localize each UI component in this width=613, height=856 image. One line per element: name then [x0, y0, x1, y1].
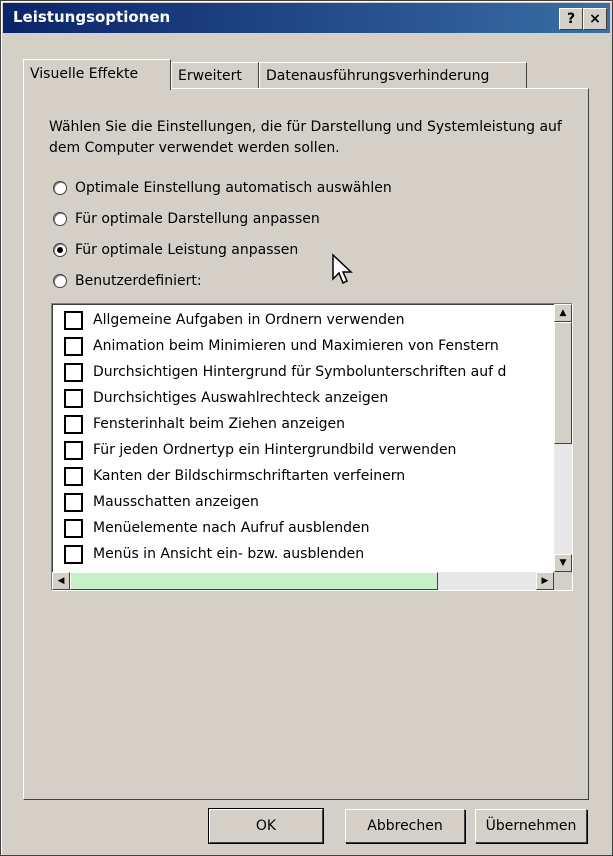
- list-item[interactable]: Fensterinhalt beim Ziehen anzeigen: [64, 412, 536, 436]
- list-item[interactable]: Menüs in Ansicht ein- bzw. ausblenden: [64, 542, 536, 566]
- list-item[interactable]: Durchsichtiges Auswahlrechteck anzeigen: [64, 386, 536, 410]
- tab-advanced[interactable]: Erweitert: [171, 62, 259, 89]
- scroll-left-arrow-icon[interactable]: ◀: [52, 572, 70, 590]
- vertical-scrollbar[interactable]: ▲ ▼: [554, 304, 572, 572]
- list-item-label: Für jeden Ordnertyp ein Hintergrundbild …: [93, 442, 457, 458]
- checkbox[interactable]: [64, 440, 83, 460]
- checkbox[interactable]: [64, 518, 83, 538]
- horizontal-scroll-thumb[interactable]: [70, 572, 438, 590]
- title-bar[interactable]: Leistungsoptionen ? ×: [3, 3, 610, 33]
- radio-label: Für optimale Darstellung anpassen: [75, 211, 320, 227]
- list-item-label: Menüelemente nach Aufruf ausblenden: [93, 520, 370, 536]
- checkbox[interactable]: [64, 414, 83, 434]
- visual-effects-list[interactable]: Allgemeine Aufgaben in Ordnern verwenden…: [51, 303, 573, 591]
- scrollbar-corner: [554, 572, 572, 590]
- scroll-right-arrow-icon[interactable]: ▶: [536, 572, 554, 590]
- radio-custom[interactable]: Benutzerdefiniert:: [53, 270, 202, 292]
- list-item-label: Fensterinhalt beim Ziehen anzeigen: [93, 416, 346, 432]
- radio-button-icon[interactable]: [53, 274, 67, 288]
- apply-button[interactable]: Übernehmen: [475, 809, 587, 843]
- tab-data-execution-prevention[interactable]: Datenausführungsverhinderung: [259, 62, 527, 89]
- checkbox[interactable]: [64, 388, 83, 408]
- window-title: Leistungsoptionen: [13, 8, 171, 26]
- radio-best-performance[interactable]: Für optimale Leistung anpassen: [53, 239, 298, 261]
- help-button[interactable]: ?: [559, 8, 583, 30]
- performance-options-dialog: Leistungsoptionen ? × Visuelle Effekte E…: [0, 0, 613, 856]
- checkbox[interactable]: [64, 362, 83, 382]
- list-item[interactable]: Animation beim Minimieren und Maximieren…: [64, 334, 536, 358]
- radio-button-icon[interactable]: [53, 212, 67, 226]
- list-item[interactable]: Menüelemente nach Aufruf ausblenden: [64, 516, 536, 540]
- list-item-label: Durchsichtiges Auswahlrechteck anzeigen: [93, 390, 389, 406]
- list-item-label: Animation beim Minimieren und Maximieren…: [93, 338, 499, 354]
- vertical-scroll-thumb[interactable]: [554, 322, 572, 444]
- list-item[interactable]: Mausschatten anzeigen: [64, 490, 536, 514]
- checkbox[interactable]: [64, 544, 83, 564]
- horizontal-scrollbar[interactable]: ◀ ▶: [52, 572, 554, 590]
- list-item-label: Menüs in Ansicht ein- bzw. ausblenden: [93, 546, 365, 562]
- list-item[interactable]: Kanten der Bildschirmschriftarten verfei…: [64, 464, 536, 488]
- tab-visual-effects[interactable]: Visuelle Effekte: [23, 59, 171, 90]
- scroll-up-arrow-icon[interactable]: ▲: [554, 304, 572, 322]
- list-item[interactable]: Durchsichtigen Hintergrund für Symbolunt…: [64, 360, 536, 384]
- radio-label: Benutzerdefiniert:: [75, 273, 202, 289]
- radio-best-appearance[interactable]: Für optimale Darstellung anpassen: [53, 208, 320, 230]
- list-item-label: Kanten der Bildschirmschriftarten verfei…: [93, 468, 406, 484]
- cancel-button[interactable]: Abbrechen: [345, 809, 465, 843]
- radio-label: Optimale Einstellung automatisch auswähl…: [75, 180, 392, 196]
- mouse-pointer-icon: [332, 253, 353, 285]
- ok-button[interactable]: OK: [208, 808, 324, 844]
- list-item-label: Allgemeine Aufgaben in Ordnern verwenden: [93, 312, 405, 328]
- radio-label: Für optimale Leistung anpassen: [75, 242, 299, 258]
- list-item[interactable]: Für jeden Ordnertyp ein Hintergrundbild …: [64, 438, 536, 462]
- radio-button-selected-icon[interactable]: [53, 243, 67, 257]
- checkbox[interactable]: [64, 336, 83, 356]
- scroll-down-arrow-icon[interactable]: ▼: [554, 554, 572, 572]
- list-item-label: Mausschatten anzeigen: [93, 494, 259, 510]
- radio-button-icon[interactable]: [53, 181, 67, 195]
- checkbox[interactable]: [64, 310, 83, 330]
- list-item-label: Durchsichtigen Hintergrund für Symbolunt…: [93, 364, 507, 380]
- checkbox[interactable]: [64, 466, 83, 486]
- radio-auto[interactable]: Optimale Einstellung automatisch auswähl…: [53, 177, 392, 199]
- close-button[interactable]: ×: [583, 8, 607, 30]
- list-item[interactable]: Allgemeine Aufgaben in Ordnern verwenden: [64, 308, 536, 332]
- checkbox[interactable]: [64, 492, 83, 512]
- description-text: Wählen Sie die Einstellungen, die für Da…: [49, 119, 562, 156]
